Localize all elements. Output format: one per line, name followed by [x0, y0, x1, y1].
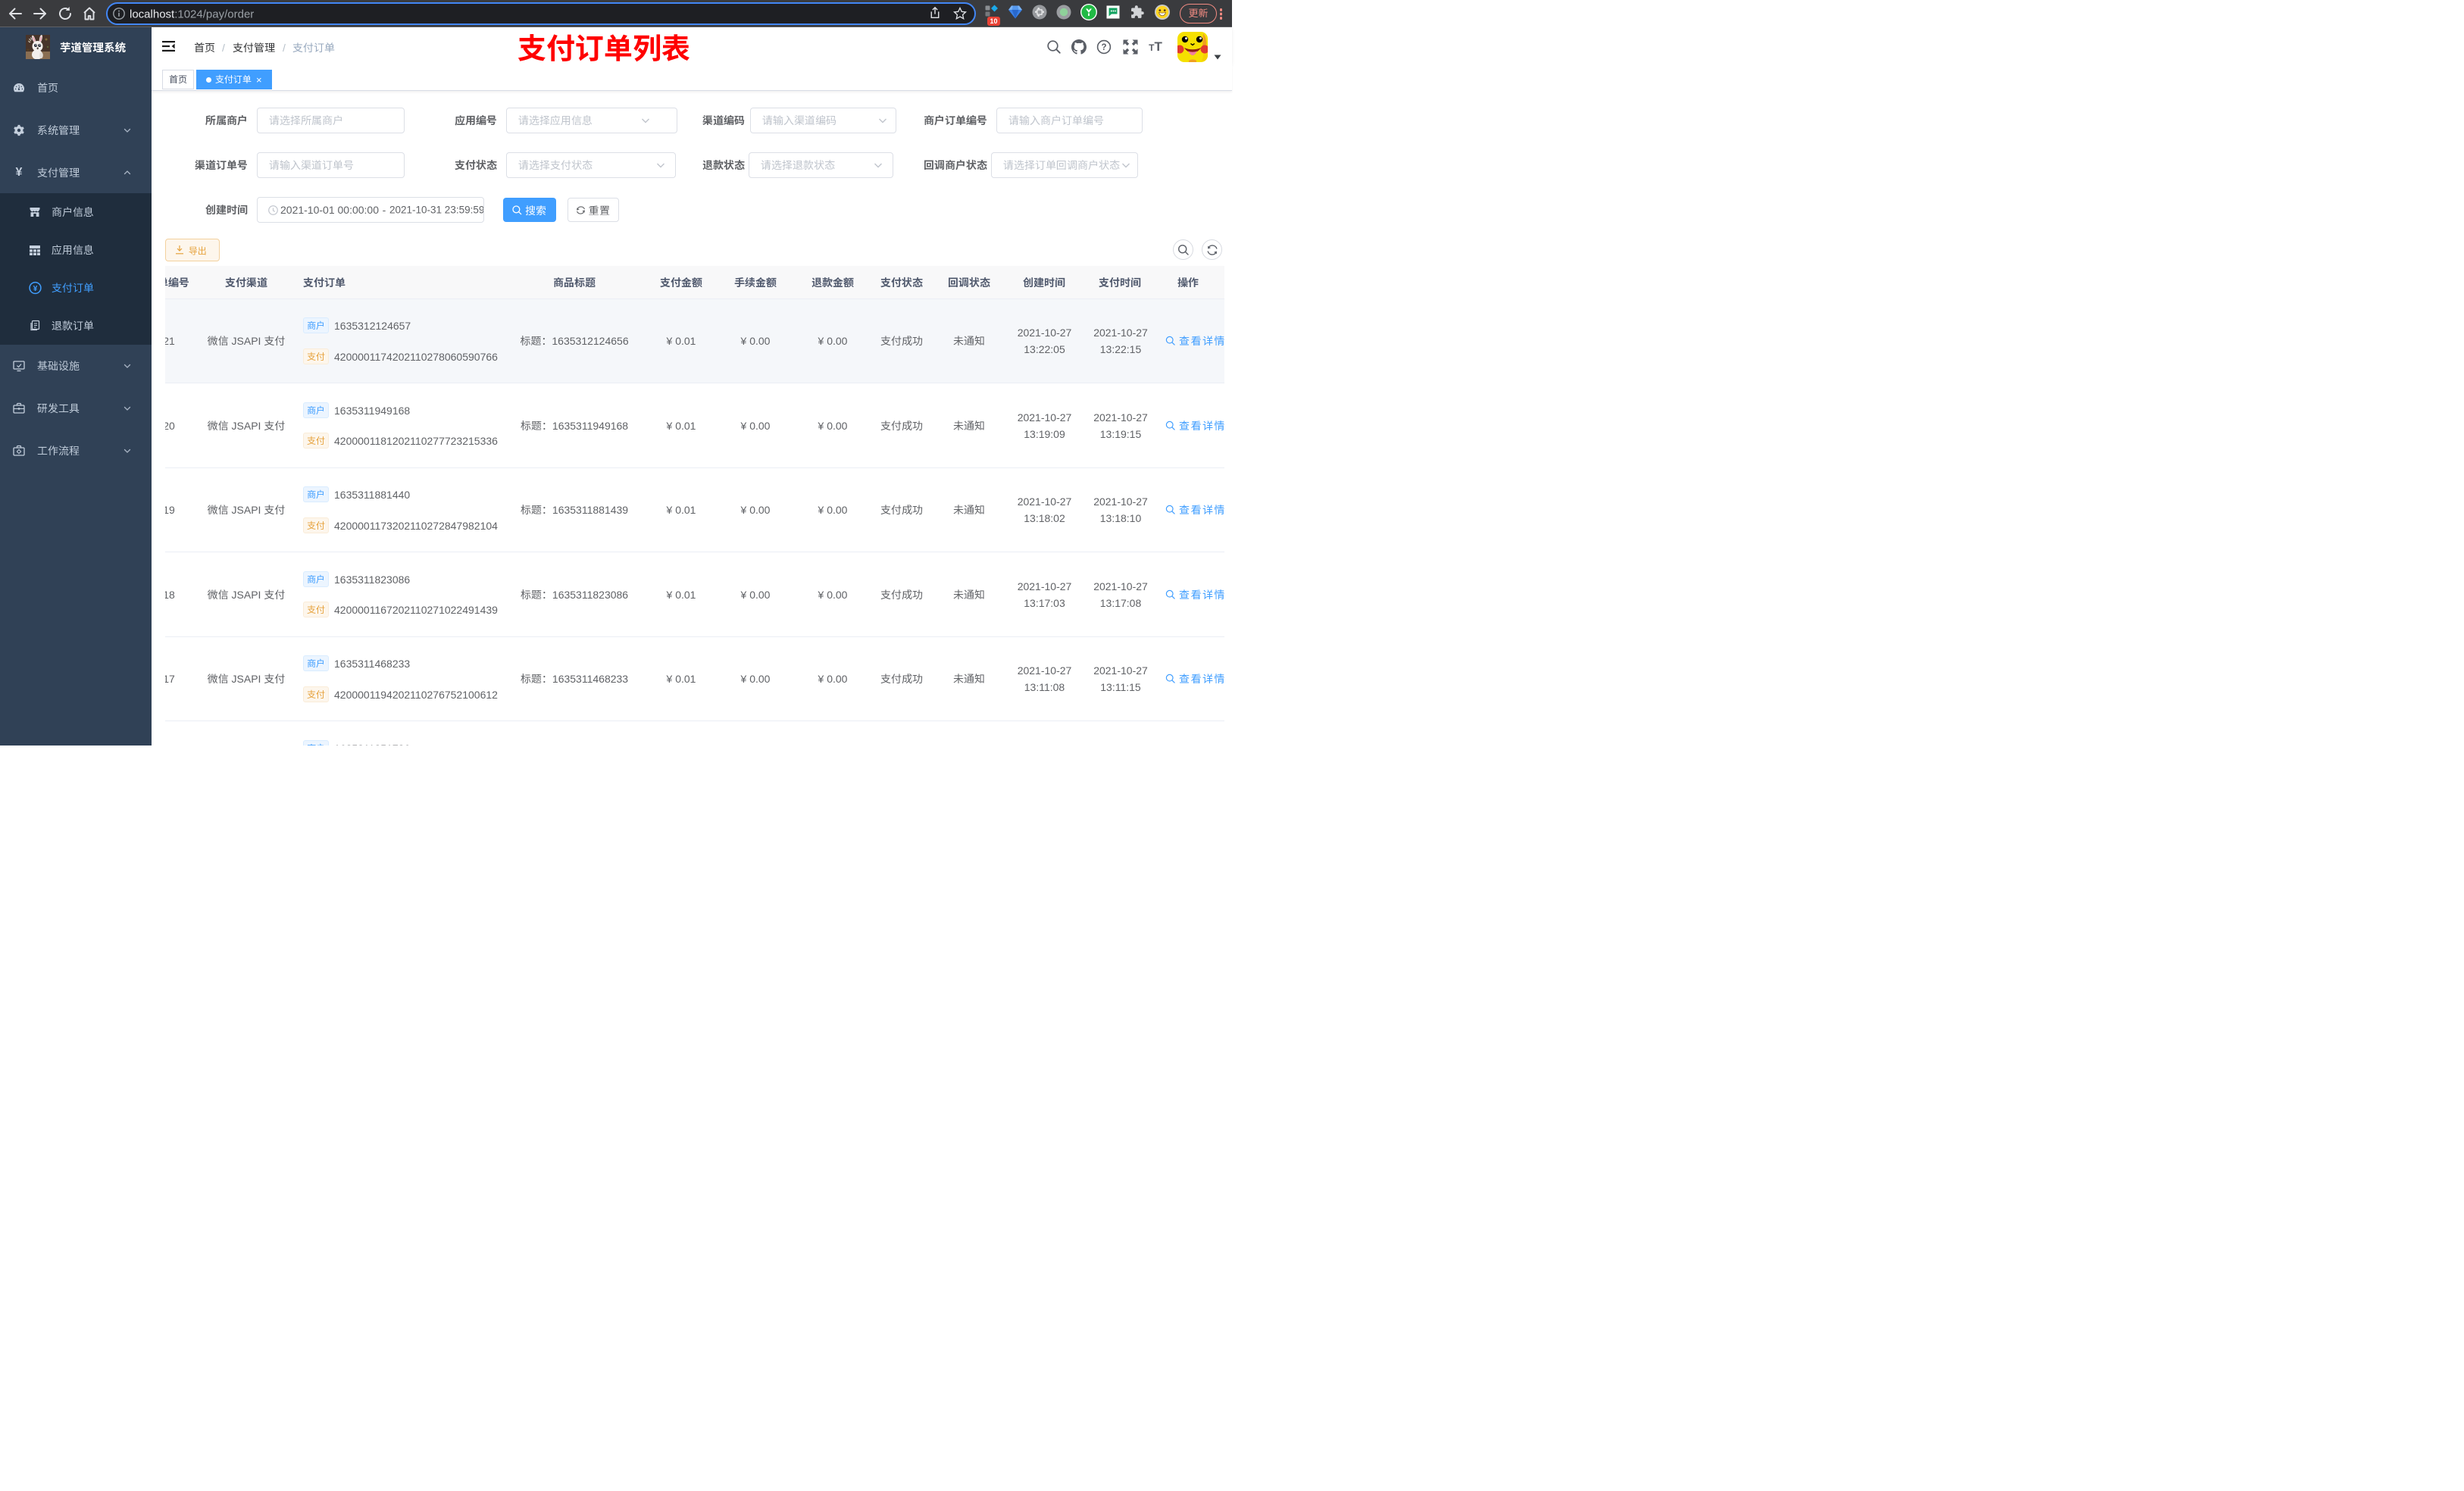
- svg-text:?: ?: [1101, 43, 1106, 52]
- svg-text:¥: ¥: [33, 284, 38, 292]
